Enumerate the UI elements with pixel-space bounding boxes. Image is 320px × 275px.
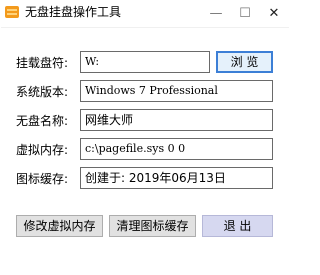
os-version-label: 系统版本: bbox=[16, 85, 69, 99]
icon-cache-label: 图标缓存: bbox=[16, 172, 69, 186]
mount-drive-label: 挂载盘符: bbox=[16, 56, 69, 70]
window-title: 无盘挂盘操作工具 bbox=[25, 5, 122, 19]
main-panel: 挂载盘符: W: 浏 览 系统版本: Windows 7 Professiona… bbox=[1, 27, 289, 275]
exit-button[interactable]: 退 出 bbox=[202, 215, 273, 237]
virtual-memory-label: 虚拟内存: bbox=[16, 143, 69, 157]
close-button[interactable]: ✕ bbox=[259, 0, 289, 26]
icon-cache-field[interactable]: 创建于: 2019年06月13日 bbox=[80, 167, 273, 189]
disk-name-label: 无盘名称: bbox=[16, 114, 69, 128]
close-icon: ✕ bbox=[268, 5, 280, 21]
disk-name-field[interactable]: 网维大师 bbox=[80, 109, 273, 131]
clear-icon-cache-button[interactable]: 清理图标缓存 bbox=[109, 215, 196, 237]
mount-drive-field[interactable]: W: bbox=[80, 51, 210, 73]
title-bar: 无盘挂盘操作工具 — ☐ ✕ bbox=[0, 0, 290, 27]
minimize-icon: — bbox=[209, 5, 223, 21]
os-version-field[interactable]: Windows 7 Professional bbox=[80, 80, 273, 102]
maximize-button[interactable]: ☐ bbox=[230, 0, 260, 26]
minimize-button[interactable]: — bbox=[201, 0, 231, 26]
browse-button[interactable]: 浏 览 bbox=[216, 51, 273, 73]
modify-virtual-memory-button[interactable]: 修改虚拟内存 bbox=[16, 215, 103, 237]
virtual-memory-field[interactable]: c:\pagefile.sys 0 0 bbox=[80, 138, 273, 160]
maximize-icon: ☐ bbox=[239, 5, 251, 21]
app-disk-icon bbox=[5, 6, 19, 18]
